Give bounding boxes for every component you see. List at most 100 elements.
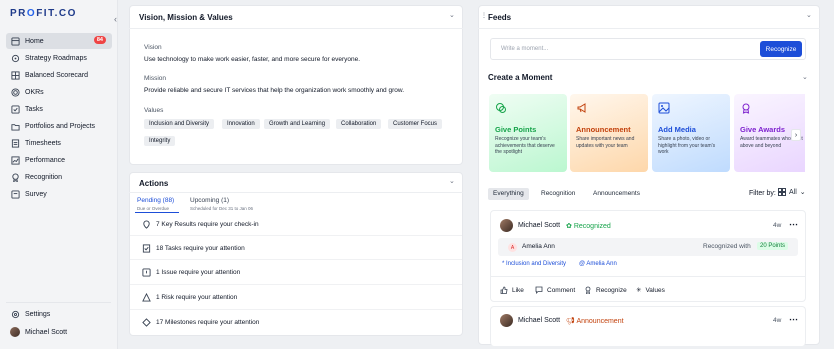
sidebar-item-survey[interactable]: Survey — [6, 186, 112, 202]
value-tag: Innovation — [222, 119, 260, 129]
more-options-icon[interactable]: ⋯ — [789, 314, 798, 325]
comment-icon — [535, 286, 543, 294]
action-text: 1 Risk require your attention — [156, 294, 238, 301]
sparkle-icon: ✳ — [636, 287, 642, 294]
sidebar-item-timesheets[interactable]: Timesheets — [6, 135, 112, 151]
award-icon — [742, 103, 750, 114]
action-row-issue[interactable]: 1 Issue require your attention — [142, 268, 240, 277]
sidebar-item-home[interactable]: Home 84 — [6, 33, 112, 49]
recognize-action-button[interactable]: Recognize — [584, 286, 627, 294]
recognize-icon: ✿ — [566, 223, 572, 230]
values-button[interactable]: ✳ Values — [636, 286, 665, 295]
vision-panel — [129, 5, 463, 165]
checklist-icon — [142, 244, 151, 253]
sidebar-item-label: Tasks — [25, 105, 43, 113]
sidebar-item-recognition[interactable]: Recognition — [6, 169, 112, 185]
recognize-button[interactable]: Recognize — [760, 41, 802, 57]
sidebar-item-label: Timesheets — [25, 139, 61, 147]
collapse-sidebar-icon[interactable]: ‹ — [114, 14, 117, 24]
action-label: Recognize — [596, 286, 627, 294]
milestone-icon — [142, 318, 151, 327]
filter-dropdown[interactable]: All ⌄ — [778, 188, 806, 196]
action-text: 18 Tasks require your attention — [156, 245, 245, 252]
actions-panel — [129, 172, 463, 336]
more-options-icon[interactable]: ⋯ — [789, 219, 798, 230]
action-text: 17 Milestones require your attention — [156, 319, 260, 326]
sidebar-item-label: Performance — [25, 156, 66, 164]
comment-button[interactable]: Comment — [535, 286, 575, 294]
tab-pending[interactable]: Pending (88) — [137, 197, 174, 204]
filter-everything[interactable]: Everything — [488, 188, 529, 200]
coins-icon — [496, 103, 506, 113]
values-label: Values — [144, 107, 164, 114]
chevron-right-icon[interactable]: › — [791, 129, 801, 141]
mission-text: Provide reliable and secure IT services … — [144, 87, 405, 94]
filter-recognition[interactable]: Recognition — [536, 188, 580, 200]
sidebar-item-okrs[interactable]: OKRs — [6, 84, 112, 100]
value-tag: Inclusion and Diversity — [144, 119, 215, 129]
sidebar-item-label: Home — [25, 37, 44, 45]
divider — [130, 259, 462, 260]
sidebar-item-balanced-scorecard[interactable]: Balanced Scorecard — [6, 67, 112, 83]
announcement-card[interactable]: Announcement Share important news and up… — [570, 94, 648, 172]
give-points-card[interactable]: Give Points Recognize your team's achiev… — [489, 94, 567, 172]
issue-icon — [142, 268, 151, 277]
filter-by-label: Filter by: — [749, 190, 776, 197]
post-type: Announcement — [576, 318, 624, 325]
post-author[interactable]: Michael Scott — [518, 317, 560, 324]
post-author[interactable]: Michael Scott — [518, 222, 560, 229]
value-link[interactable]: * Inclusion and Diversity — [502, 261, 566, 267]
action-row-milestones[interactable]: 17 Milestones require your attention — [142, 318, 259, 327]
value-tag: Collaboration — [336, 119, 382, 129]
mission-label: Mission — [144, 75, 167, 82]
chevron-down-icon[interactable]: ⌄ — [449, 177, 455, 185]
like-button[interactable]: Like — [500, 286, 524, 294]
moment-input[interactable]: Write a moment... — [490, 38, 806, 60]
card-title: Give Awards — [740, 125, 786, 134]
action-row-key-results[interactable]: 7 Key Results require your check-in — [142, 220, 259, 229]
grid-icon — [778, 188, 786, 196]
location-pin-icon — [143, 220, 150, 229]
sidebar-item-label: Recognition — [25, 173, 62, 181]
chevron-down-icon: ⌄ — [799, 189, 806, 196]
add-media-card[interactable]: Add Media Share a photo, video or highli… — [652, 94, 730, 172]
action-label: Like — [512, 286, 524, 294]
sidebar-item-strategy-roadmaps[interactable]: Strategy Roadmaps — [6, 50, 112, 66]
chevron-down-icon[interactable]: ⌄ — [806, 11, 812, 19]
sidebar-item-settings[interactable]: Settings — [6, 306, 112, 322]
sidebar-item-portfolios[interactable]: Portfolios and Projects — [6, 118, 112, 134]
mention-link[interactable]: @ Amelia Ann — [579, 261, 617, 267]
filter-announcements[interactable]: Announcements — [588, 188, 645, 200]
action-row-risk[interactable]: 1 Risk require your attention — [142, 293, 237, 302]
target-icon — [10, 87, 20, 97]
divider — [130, 284, 462, 285]
points-badge: 20 Points — [757, 242, 789, 250]
drag-handle-icon[interactable]: ⋮ — [481, 12, 487, 19]
create-moment-title: Create a Moment — [488, 73, 553, 82]
value-tag: Integrity — [144, 136, 176, 146]
chevron-down-icon[interactable]: ⌄ — [802, 73, 808, 81]
vision-title: Vision, Mission & Values — [139, 13, 233, 22]
divider — [129, 28, 463, 29]
sidebar-item-performance[interactable]: Performance — [6, 152, 112, 168]
feed-post — [490, 306, 806, 346]
user-profile[interactable]: Michael Scott — [6, 324, 112, 340]
action-row-tasks[interactable]: 18 Tasks require your attention — [142, 244, 245, 253]
recipient-initial: A — [508, 243, 517, 252]
moment-input-placeholder: Write a moment... — [501, 46, 549, 52]
post-type: Recognized — [573, 223, 611, 230]
profit-logo[interactable]: PROFIT.CO — [10, 8, 77, 19]
chevron-down-icon[interactable]: ⌄ — [449, 11, 455, 19]
recipient-name[interactable]: Amelia Ann — [522, 243, 555, 250]
recognized-badge: ✿ Recognized — [566, 222, 611, 230]
notification-badge: 84 — [93, 36, 106, 44]
tab-upcoming[interactable]: Upcoming (1) — [190, 197, 229, 204]
active-tab-underline — [135, 212, 179, 213]
sidebar-item-label: Strategy Roadmaps — [25, 54, 87, 62]
sidebar-item-tasks[interactable]: Tasks — [6, 101, 112, 117]
card-desc: Recognize your team's achievements that … — [495, 136, 555, 155]
actions-title: Actions — [139, 179, 169, 188]
divider — [478, 28, 820, 29]
action-label: Comment — [547, 286, 576, 294]
sidebar-divider — [6, 302, 111, 303]
